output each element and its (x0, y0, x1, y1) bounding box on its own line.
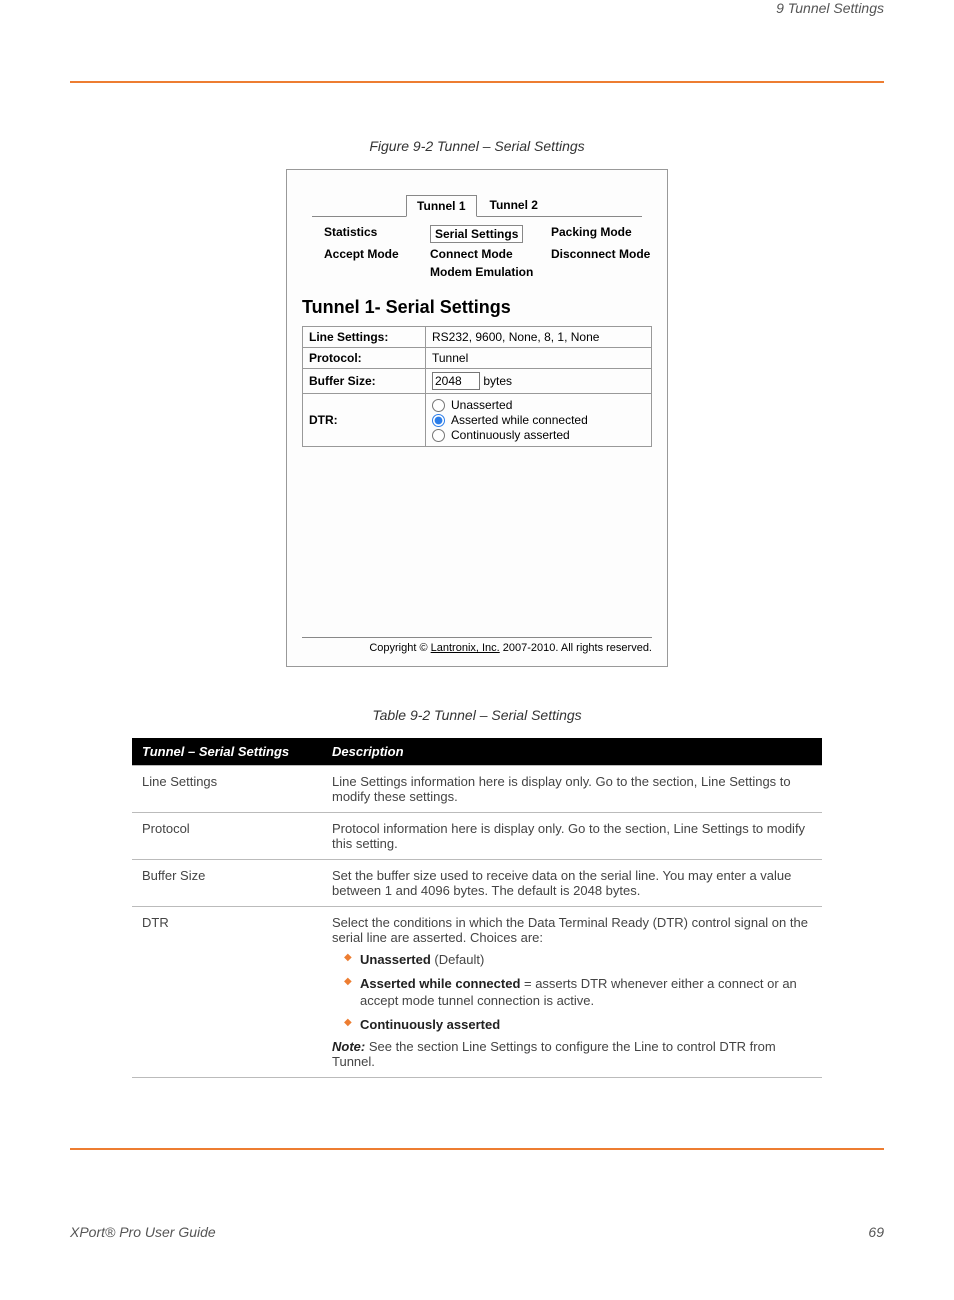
copyright-pre: Copyright © (369, 642, 430, 654)
dtr-label-unasserted: Unasserted (451, 398, 512, 412)
mode-accept[interactable]: Accept Mode (324, 247, 424, 261)
desc-text-3: Select the conditions in which the Data … (322, 907, 822, 1078)
desc-head-col2: Description (322, 738, 822, 766)
desc-row-buffer-size: Buffer Size Set the buffer size used to … (132, 860, 822, 907)
desc-text-2: Set the buffer size used to receive data… (322, 860, 822, 907)
buffer-unit: bytes (483, 374, 512, 388)
desc-head-col1: Tunnel – Serial Settings (132, 738, 322, 766)
footer-left: XPort® Pro User Guide (70, 1224, 216, 1240)
dtr-b1-rest: (Default) (431, 952, 484, 967)
dtr-b3-bold: Continuously asserted (360, 1017, 500, 1032)
top-divider (70, 81, 884, 83)
desc-label-2: Buffer Size (132, 860, 322, 907)
label-dtr: DTR: (303, 394, 426, 447)
tab-tunnel-2[interactable]: Tunnel 2 (480, 195, 548, 216)
desc-row-line-settings: Line Settings Line Settings information … (132, 766, 822, 813)
panel-title: Tunnel 1- Serial Settings (302, 297, 652, 318)
desc-text-1: Protocol information here is display onl… (322, 813, 822, 860)
dtr-note-bold: Note: (332, 1039, 365, 1054)
copyright-link[interactable]: Lantronix, Inc. (431, 642, 500, 654)
row-dtr: DTR: Unasserted Asserted while connected… (303, 394, 652, 447)
dtr-note-rest: See the section Line Settings to configu… (332, 1039, 776, 1069)
copyright-post: 2007-2010. All rights reserved. (500, 642, 652, 654)
dtr-label-continuously: Continuously asserted (451, 428, 570, 442)
row-protocol: Protocol: Tunnel (303, 348, 652, 369)
desc-text-0: Line Settings information here is displa… (322, 766, 822, 813)
dtr-b2-bold: Asserted while connected (360, 976, 520, 991)
header-right: 9 Tunnel Settings (776, 0, 884, 16)
mode-packing[interactable]: Packing Mode (551, 225, 661, 243)
footer-right: 69 (868, 1224, 884, 1240)
settings-panel: Tunnel 1 Tunnel 2 Statistics Serial Sett… (286, 169, 668, 667)
dtr-b1-bold: Unasserted (360, 952, 431, 967)
mode-links: Statistics Serial Settings Packing Mode … (324, 225, 642, 279)
dtr-bullet-2: Asserted while connected = asserts DTR w… (344, 975, 812, 1010)
dtr-bullet-3: Continuously asserted (344, 1016, 812, 1034)
mode-modem-emulation[interactable]: Modem Emulation (430, 265, 545, 279)
desc-label-3: DTR (132, 907, 322, 1078)
row-buffer-size: Buffer Size: bytes (303, 369, 652, 394)
bottom-divider (70, 1148, 884, 1150)
dtr-radio-asserted-connected[interactable] (432, 414, 445, 427)
desc-row-dtr: DTR Select the conditions in which the D… (132, 907, 822, 1078)
dtr-bullet-1: Unasserted (Default) (344, 951, 812, 969)
desc-row-protocol: Protocol Protocol information here is di… (132, 813, 822, 860)
settings-table: Line Settings: RS232, 9600, None, 8, 1, … (302, 326, 652, 447)
tunnel-tabs: Tunnel 1 Tunnel 2 (312, 195, 642, 217)
desc-label-1: Protocol (132, 813, 322, 860)
desc-label-0: Line Settings (132, 766, 322, 813)
dtr-radio-unasserted[interactable] (432, 399, 445, 412)
dtr-radio-continuously[interactable] (432, 429, 445, 442)
dtr-intro: Select the conditions in which the Data … (332, 915, 808, 945)
dtr-bullet-list: Unasserted (Default) Asserted while conn… (332, 951, 812, 1033)
table-caption: Table 9-2 Tunnel – Serial Settings (0, 707, 954, 723)
label-buffer-size: Buffer Size: (303, 369, 426, 394)
row-line-settings: Line Settings: RS232, 9600, None, 8, 1, … (303, 327, 652, 348)
dtr-note: Note: See the section Line Settings to c… (332, 1039, 812, 1069)
description-table: Tunnel – Serial Settings Description Lin… (132, 738, 822, 1078)
mode-disconnect[interactable]: Disconnect Mode (551, 247, 661, 261)
mode-statistics[interactable]: Statistics (324, 225, 424, 243)
panel-copyright: Copyright © Lantronix, Inc. 2007-2010. A… (302, 637, 652, 654)
label-protocol: Protocol: (303, 348, 426, 369)
dtr-label-asserted-connected: Asserted while connected (451, 413, 588, 427)
value-protocol: Tunnel (426, 348, 652, 369)
label-line-settings: Line Settings: (303, 327, 426, 348)
figure-caption: Figure 9-2 Tunnel – Serial Settings (0, 138, 954, 154)
buffer-size-input[interactable] (432, 372, 480, 390)
tab-tunnel-1[interactable]: Tunnel 1 (406, 195, 476, 217)
mode-serial-settings[interactable]: Serial Settings (430, 225, 523, 243)
mode-connect[interactable]: Connect Mode (430, 247, 545, 261)
value-line-settings: RS232, 9600, None, 8, 1, None (426, 327, 652, 348)
